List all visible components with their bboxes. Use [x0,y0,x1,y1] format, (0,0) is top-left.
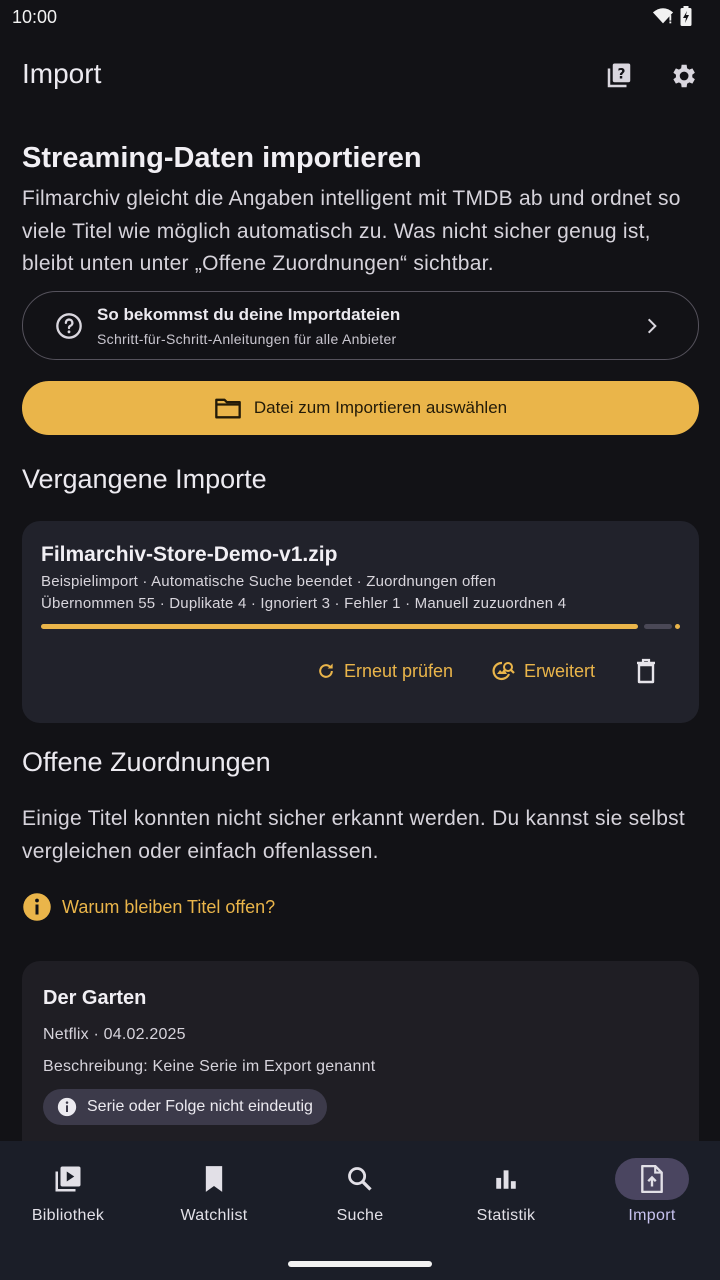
svg-text:?: ? [618,67,626,83]
home-indicator[interactable] [288,1261,432,1267]
guide-subtitle: Schritt-für-Schritt-Anleitungen für alle… [97,331,397,347]
nav-item-watchlist[interactable]: Watchlist [142,1141,286,1251]
nav-item-statistik[interactable]: Statistik [434,1141,578,1251]
battery-charging-icon [680,6,692,26]
match-status-chip-label: Serie oder Folge nicht eindeutig [87,1098,313,1115]
delete-import-button[interactable] [634,653,658,689]
gear-icon [673,64,695,88]
recheck-label: Erneut prüfen [344,660,454,681]
search-icon [348,1167,372,1191]
wifi-icon [652,8,674,24]
file-upload-icon [641,1165,663,1193]
screen: 10:00 Import ? Streaming-Daten importier… [0,0,720,1280]
select-import-file-button[interactable]: Datei zum Importieren auswählen [22,381,699,435]
nav-icon-container [36,1158,100,1200]
bookmark-icon [205,1166,223,1192]
nav-icon-container [328,1158,392,1200]
video-library-icon [55,1166,81,1192]
help-circle-icon [56,313,82,339]
info-icon [23,893,51,921]
nav-active-indicator [615,1158,689,1200]
advanced-button[interactable]: Erweitert [492,653,595,689]
nav-item-suche[interactable]: Suche [288,1141,432,1251]
import-stats-line: Übernommen 55 · Duplikate 4 · Ignoriert … [41,595,567,612]
nav-item-import[interactable]: Import [580,1141,720,1251]
import-file-name: Filmarchiv-Store-Demo-v1.zip [41,543,338,566]
past-imports-heading: Vergangene Importe [22,464,267,494]
top-app-bar: Import ? [0,44,720,108]
refresh-icon [319,663,333,678]
nav-icon-container [182,1158,246,1200]
why-open-label: Warum bleiben Titel offen? [62,896,276,917]
bottom-navigation: Bibliothek Watchlist Suche Statistik Imp… [0,1141,720,1280]
import-card: Filmarchiv-Store-Demo-v1.zip Beispielimp… [22,521,699,723]
open-matches-description: Einige Titel konnten nicht sicher erkann… [22,807,686,863]
status-bar: 10:00 [0,0,720,34]
bar-chart-icon [496,1170,516,1189]
hero-description: Filmarchiv gleicht die Angaben intellige… [22,187,681,275]
nav-label: Bibliothek [31,1207,105,1224]
nav-icon-container [474,1158,538,1200]
status-time: 10:00 [12,7,58,27]
hero-title: Streaming-Daten importieren [22,142,422,174]
image-search-icon [492,661,515,681]
import-guide-card[interactable]: So bekommst du deine Importdateien Schri… [22,291,699,360]
trash-icon [637,658,655,684]
info-icon [57,1097,77,1117]
match-description: Beschreibung: Keine Serie im Export gena… [43,1058,376,1075]
import-progress-fill [41,624,638,629]
status-icons [652,6,692,26]
import-progress-bar [41,624,680,629]
match-meta: Netflix · 04.02.2025 [43,1026,186,1043]
nav-label: Import [628,1207,676,1224]
nav-label: Suche [336,1207,384,1224]
select-import-file-label: Datei zum Importieren auswählen [253,398,508,417]
import-status-line: Beispielimport · Automatische Suche been… [41,573,497,590]
advanced-label: Erweitert [524,660,596,681]
why-open-link[interactable]: Warum bleiben Titel offen? [22,892,275,922]
settings-button[interactable] [663,56,703,96]
chevron-right-icon [647,318,657,334]
nav-item-bibliothek[interactable]: Bibliothek [0,1141,140,1251]
nav-label: Watchlist [180,1207,248,1224]
help-guide-button[interactable]: ? [599,56,639,96]
guide-title: So bekommst du deine Importdateien [97,305,401,324]
folder-icon [215,398,241,419]
match-status-chip: Serie oder Folge nicht eindeutig [43,1089,327,1125]
match-title: Der Garten [43,987,147,1009]
open-matches-heading: Offene Zuordnungen [22,747,271,777]
import-progress-end-dot [675,624,680,629]
import-progress-remaining [644,624,672,629]
help-book-icon: ? [607,63,631,88]
page-title: Import [22,58,102,89]
nav-label: Statistik [476,1207,536,1224]
recheck-button[interactable]: Erneut prüfen [316,653,453,689]
